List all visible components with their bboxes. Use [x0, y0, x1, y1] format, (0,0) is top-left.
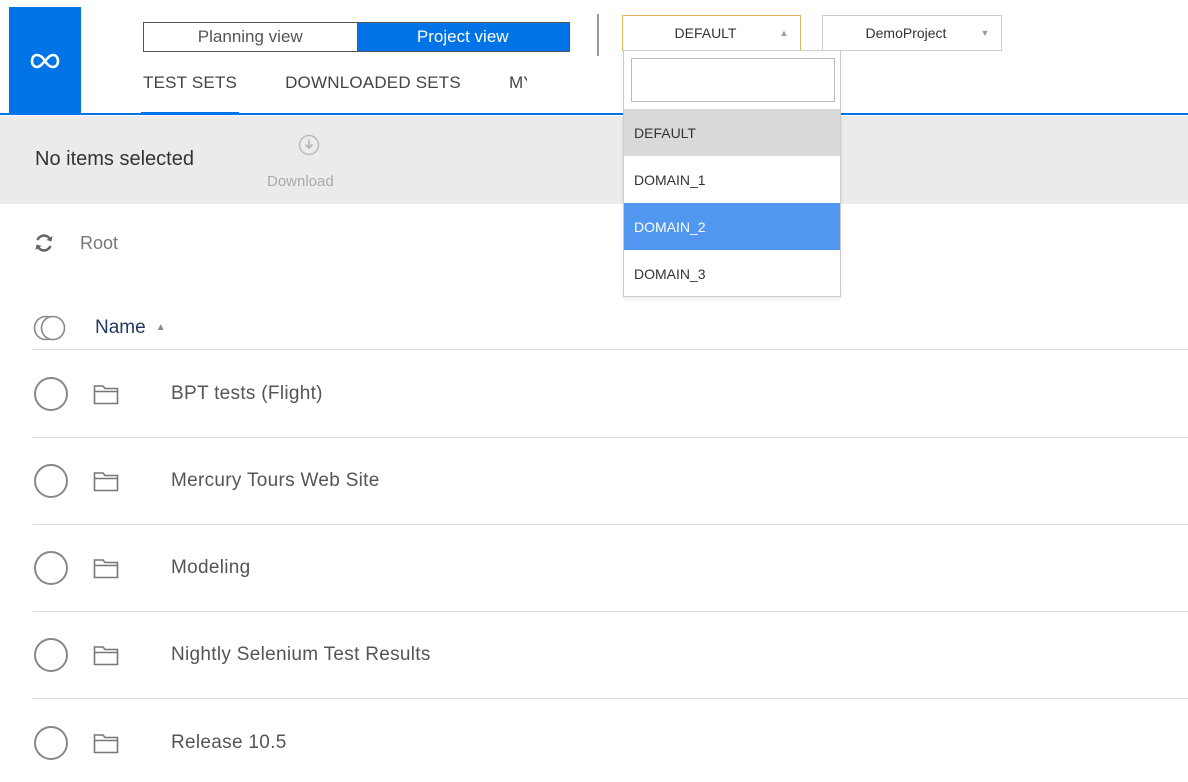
header-underline [0, 113, 1188, 115]
planning-view-button[interactable]: Planning view [144, 23, 357, 51]
column-header-name[interactable]: Name [95, 317, 146, 339]
refresh-icon[interactable] [33, 232, 55, 254]
project-select[interactable]: DemoProject ▼ [822, 15, 1002, 51]
tab-downloaded-sets[interactable]: DOWNLOADED SETS [285, 70, 461, 115]
project-view-button[interactable]: Project view [356, 23, 569, 51]
domain-option-default[interactable]: DEFAULT [624, 109, 840, 156]
app-logo[interactable] [9, 7, 81, 115]
tab-test-sets[interactable]: TEST SETS [140, 70, 240, 115]
tab-bar: TEST SETS DOWNLOADED SETS MY [140, 70, 527, 115]
row-select-radio[interactable] [34, 464, 68, 498]
header-divider [597, 14, 599, 56]
row-label[interactable]: Modeling [171, 557, 251, 579]
row-select-radio[interactable] [34, 377, 68, 411]
row-label[interactable]: BPT tests (Flight) [171, 383, 323, 405]
triangle-down-icon: ▼ [980, 28, 990, 38]
breadcrumb-root[interactable]: Root [80, 233, 118, 254]
project-select-value: DemoProject [865, 25, 947, 41]
folder-icon [93, 385, 119, 405]
row-select-radio[interactable] [34, 725, 68, 760]
folder-icon [93, 646, 119, 666]
row-select-radio[interactable] [34, 638, 68, 672]
selection-status: No items selected [35, 148, 194, 170]
app-header: Planning view Project view DEFAULT ▲ Dem… [0, 0, 1188, 116]
domain-select-value: DEFAULT [674, 25, 737, 41]
view-toggle: Planning view Project view [143, 22, 570, 52]
select-all-toggle-icon[interactable] [33, 315, 67, 341]
list-item[interactable]: Mercury Tours Web Site [33, 438, 1188, 525]
domain-dropdown: DEFAULT DOMAIN_1 DOMAIN_2 DOMAIN_3 [623, 50, 841, 297]
folder-icon [93, 733, 119, 753]
domain-select[interactable]: DEFAULT ▲ [622, 15, 801, 51]
row-label[interactable]: Release 10.5 [171, 732, 287, 754]
download-button[interactable]: Download [267, 134, 359, 194]
folder-icon [93, 559, 119, 579]
download-circle-icon [298, 134, 320, 156]
infinity-logo-icon [30, 53, 60, 69]
domain-search-input[interactable] [631, 58, 835, 102]
list-item[interactable]: Nightly Selenium Test Results [33, 612, 1188, 699]
triangle-up-icon: ▲ [779, 28, 789, 38]
list-header: Name ▲ [33, 306, 1188, 350]
row-label[interactable]: Mercury Tours Web Site [171, 470, 380, 492]
tab-my[interactable]: MY [509, 70, 527, 115]
download-label: Download [267, 173, 334, 190]
row-select-radio[interactable] [34, 551, 68, 585]
list-item[interactable]: Modeling [33, 525, 1188, 612]
row-label[interactable]: Nightly Selenium Test Results [171, 644, 431, 666]
domain-option-domain-2[interactable]: DOMAIN_2 [624, 203, 840, 250]
list-item[interactable]: BPT tests (Flight) [33, 351, 1188, 438]
domain-option-domain-1[interactable]: DOMAIN_1 [624, 156, 840, 203]
list-item[interactable]: Release 10.5 [33, 699, 1188, 782]
sort-icon[interactable]: ▲ [156, 322, 166, 333]
breadcrumb: Root [33, 230, 118, 256]
folder-icon [93, 472, 119, 492]
domain-option-domain-3[interactable]: DOMAIN_3 [624, 250, 840, 297]
action-toolbar: No items selected Download [0, 116, 1188, 204]
